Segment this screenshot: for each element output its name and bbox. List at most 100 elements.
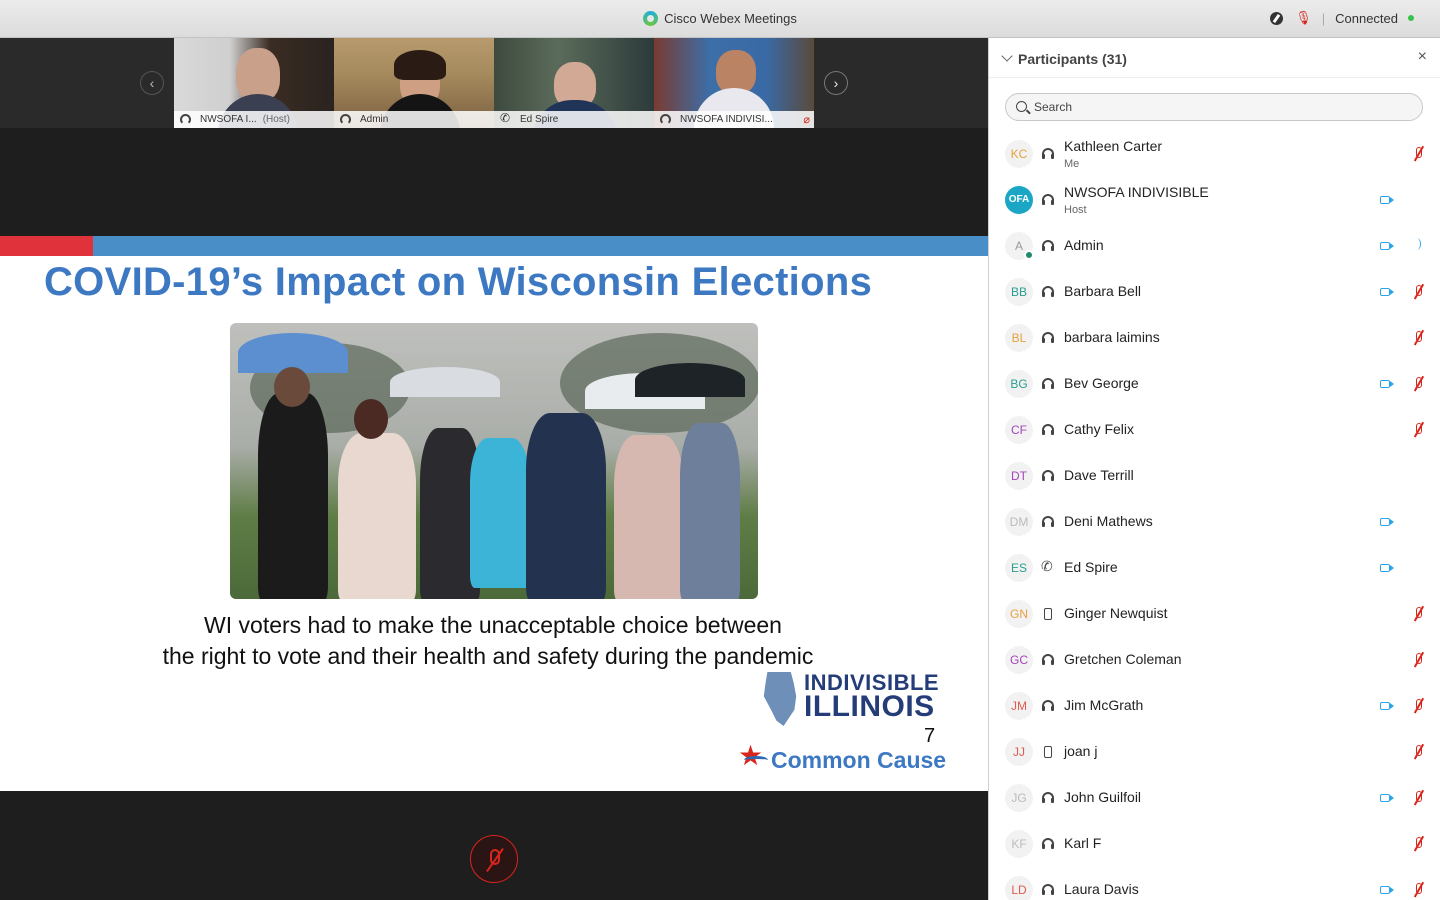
muted-mic-icon[interactable] <box>1416 883 1422 894</box>
speaking-indicator-icon <box>1413 238 1421 250</box>
connection-status: Connected <box>1335 10 1398 26</box>
thumbnail-name: NWSOFA I... <box>200 114 257 125</box>
video-thumbnail-active[interactable]: Admin <box>334 38 494 128</box>
participant-row[interactable]: KC Kathleen Carter Me <box>989 131 1440 177</box>
muted-mic-icon[interactable] <box>1416 653 1422 664</box>
headset-icon <box>1042 378 1054 390</box>
slide-caption: WI voters had to make the unacceptable c… <box>0 610 988 672</box>
muted-mic-icon[interactable] <box>1416 147 1422 158</box>
headset-icon <box>1042 700 1054 712</box>
slide-accent-bar-red <box>0 236 93 256</box>
thumbnail-name: Admin <box>360 114 389 125</box>
participant-row[interactable]: JG John Guilfoil <box>989 775 1440 821</box>
muted-mic-icon[interactable] <box>1416 745 1422 756</box>
headset-icon <box>1042 884 1054 896</box>
headset-icon <box>1042 332 1054 344</box>
video-camera-icon <box>1380 288 1394 296</box>
participant-row[interactable]: ES Ed Spire <box>989 545 1440 591</box>
compass-icon[interactable] <box>1270 11 1284 25</box>
headset-icon <box>1042 194 1054 206</box>
participant-row[interactable]: DM Deni Mathews <box>989 499 1440 545</box>
logo-text-illinois: ILLINOIS <box>804 690 935 723</box>
photo-person <box>614 435 684 599</box>
unmute-button[interactable] <box>470 835 518 883</box>
connected-dot-icon <box>1408 15 1414 21</box>
participant-search[interactable] <box>1005 93 1423 121</box>
participant-row[interactable]: BL barbara laimins <box>989 315 1440 361</box>
participant-name: Admin <box>1064 237 1104 253</box>
slide-accent-bar-blue <box>93 236 988 256</box>
participant-row[interactable]: A Admin <box>989 223 1440 269</box>
window-titlebar: Cisco Webex Meetings 🎙︎ | Connected <box>0 0 1440 38</box>
video-thumbnail-strip: ‹ NWSOFA I... (Host) Admin ✆ Ed Spire NW… <box>0 38 988 128</box>
slide-caption-line-1: WI voters had to make the unacceptable c… <box>204 612 782 638</box>
participant-row[interactable]: LD Laura Davis <box>989 867 1440 900</box>
photo-umbrella <box>390 367 500 397</box>
slide-caption-line-2: the right to vote and their health and s… <box>162 643 814 669</box>
muted-mic-icon[interactable] <box>1416 423 1422 434</box>
headset-icon <box>340 114 351 125</box>
muted-mic-icon[interactable] <box>1416 377 1422 388</box>
participant-row[interactable]: BG Bev George <box>989 361 1440 407</box>
participants-panel: Participants (31) × KC Kathleen Carter Me O… <box>988 38 1440 900</box>
participant-avatar: KF <box>1005 830 1033 858</box>
participant-hair <box>394 50 446 80</box>
participant-name: Laura Davis <box>1064 881 1139 897</box>
muted-mic-icon[interactable] <box>1416 285 1422 296</box>
window-title: Cisco Webex Meetings <box>664 11 797 26</box>
participant-avatar: BG <box>1005 370 1033 398</box>
search-input[interactable] <box>1034 98 1414 116</box>
participant-name: joan j <box>1064 743 1098 759</box>
video-camera-icon <box>1380 380 1394 388</box>
muted-mic-icon[interactable] <box>1416 791 1422 802</box>
prev-thumbnails-button[interactable]: ‹ <box>140 71 164 95</box>
muted-mic-icon[interactable] <box>1416 699 1422 710</box>
next-thumbnails-button[interactable]: › <box>824 71 848 95</box>
photo-umbrella <box>635 363 745 397</box>
muted-mic-icon[interactable] <box>1416 331 1422 342</box>
participant-avatar: KC <box>1005 140 1033 168</box>
thumbnail-label: Admin <box>334 111 494 128</box>
participant-name: John Guilfoil <box>1064 789 1142 805</box>
participant-row[interactable]: JJ joan j <box>989 729 1440 775</box>
video-thumbnail[interactable]: NWSOFA INDIVISI... ⌀ <box>654 38 814 128</box>
participant-avatar: DT <box>1005 462 1033 490</box>
close-panel-button[interactable]: × <box>1418 48 1427 66</box>
thumbnail-label: NWSOFA I... (Host) <box>174 111 334 128</box>
muted-mic-icon[interactable] <box>1416 607 1422 618</box>
participant-row[interactable]: GC Gretchen Coleman <box>989 637 1440 683</box>
participant-row[interactable]: OFA NWSOFA INDIVISIBLE Host <box>989 177 1440 223</box>
headset-icon <box>1042 516 1054 528</box>
participant-name: Dave Terrill <box>1064 467 1134 483</box>
slide-page-number: 7 <box>924 725 936 747</box>
video-camera-icon <box>1380 196 1394 204</box>
video-thumbnail[interactable]: ✆ Ed Spire <box>494 38 654 128</box>
video-thumbnail[interactable]: NWSOFA I... (Host) <box>174 38 334 128</box>
participant-name: Kathleen Carter <box>1064 138 1163 154</box>
photo-person <box>526 413 606 599</box>
participant-row[interactable]: JM Jim McGrath <box>989 683 1440 729</box>
participant-avatar: OFA <box>1005 186 1033 214</box>
thumbnail-name: Ed Spire <box>520 114 559 125</box>
participant-row[interactable]: BB Barbara Bell <box>989 269 1440 315</box>
participant-avatar: ES <box>1005 554 1033 582</box>
mic-muted-icon[interactable]: 🎙︎ <box>1295 10 1312 26</box>
participant-row[interactable]: CF Cathy Felix <box>989 407 1440 453</box>
photo-person <box>680 423 740 599</box>
photo-person <box>470 438 530 588</box>
photo-person <box>258 393 328 599</box>
muted-mic-icon[interactable] <box>1416 837 1422 848</box>
thumbnail-host-tag: (Host) <box>262 114 290 125</box>
photo-head <box>354 399 388 439</box>
muted-mic-icon: ⌀ <box>803 114 810 126</box>
participant-avatar: JG <box>1005 784 1033 812</box>
headset-icon <box>1042 286 1054 298</box>
participant-row[interactable]: GN Ginger Newquist <box>989 591 1440 637</box>
participant-avatar: LD <box>1005 876 1033 900</box>
thumbnail-label: NWSOFA INDIVISI... <box>654 111 814 128</box>
participant-row[interactable]: DT Dave Terrill <box>989 453 1440 499</box>
participant-avatar: GN <box>1005 600 1033 628</box>
collapse-chevron-icon[interactable] <box>1001 50 1013 62</box>
mobile-device-icon <box>1044 746 1052 758</box>
participant-row[interactable]: KF Karl F <box>989 821 1440 867</box>
